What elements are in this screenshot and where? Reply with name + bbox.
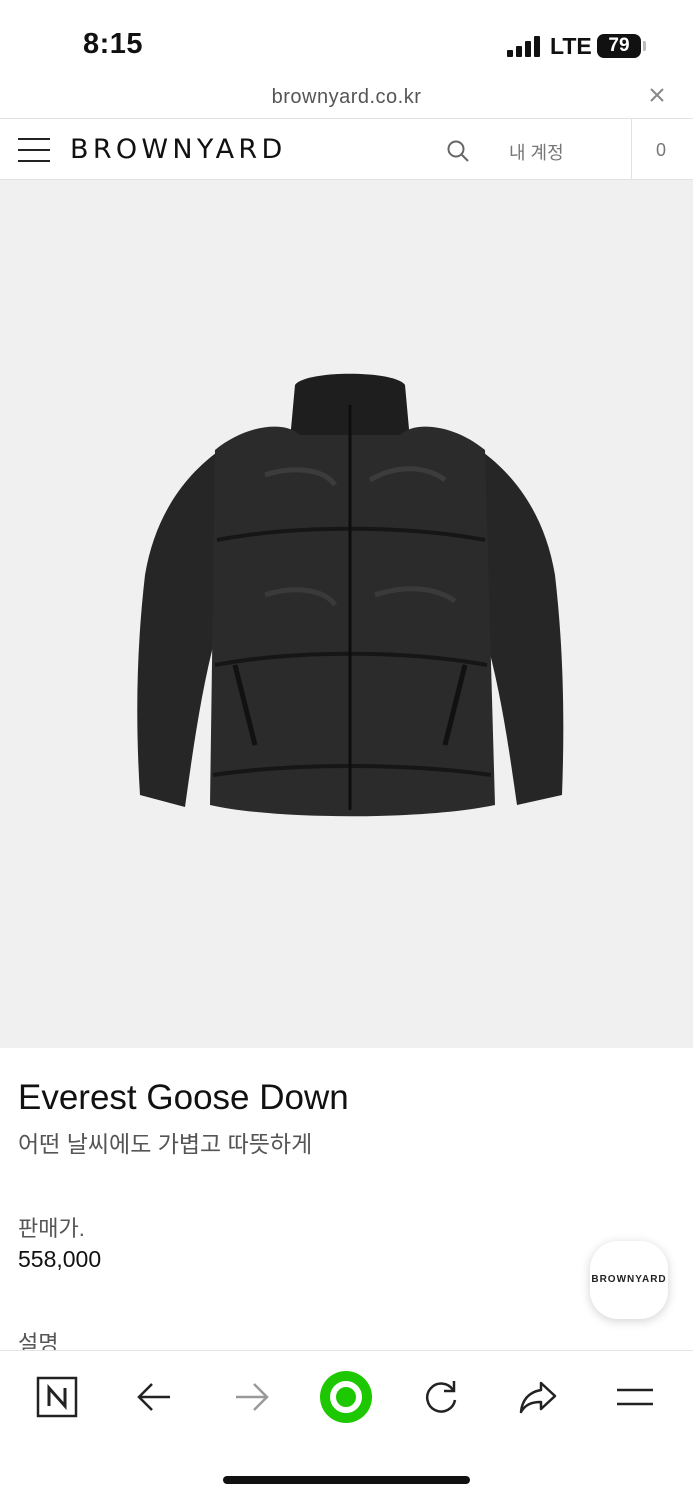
signal-icon: [507, 35, 543, 57]
battery-cap: [643, 41, 646, 51]
product-subtitle: 어떤 날씨에도 가볍고 따뜻하게: [18, 1131, 313, 1157]
battery-icon: 79: [597, 34, 641, 58]
naver-n-icon[interactable]: [36, 1376, 78, 1418]
green-circle-icon[interactable]: [318, 1369, 374, 1425]
menu-icon[interactable]: [18, 138, 50, 162]
description-label: 설명: [18, 1331, 59, 1350]
refresh-icon[interactable]: [420, 1376, 462, 1418]
product-price: 558,000: [18, 1246, 102, 1272]
site-header: BROWNYARD 내 계정 0: [0, 118, 693, 180]
site-logo[interactable]: BROWNYARD: [70, 134, 287, 165]
cart-count[interactable]: 0: [656, 140, 666, 161]
status-time: 8:15: [83, 28, 144, 60]
forward-arrow-icon[interactable]: [230, 1376, 272, 1418]
account-link[interactable]: 내 계정: [509, 139, 564, 165]
price-label: 판매가.: [18, 1216, 85, 1241]
share-icon[interactable]: [517, 1376, 559, 1418]
hamburger-menu-icon[interactable]: [614, 1376, 656, 1418]
divider: [631, 119, 632, 180]
search-icon[interactable]: [446, 139, 470, 163]
home-indicator: [223, 1476, 470, 1484]
product-title: Everest Goose Down: [18, 1078, 349, 1117]
url-text[interactable]: brownyard.co.kr: [0, 86, 693, 109]
network-label: LTE: [550, 33, 592, 59]
brand-floating-button[interactable]: BROWNYARD: [590, 1241, 668, 1319]
status-bar: 8:15 LTE 79: [0, 0, 693, 80]
close-icon[interactable]: [646, 84, 668, 106]
jacket-image: [137, 373, 564, 817]
product-image[interactable]: [0, 180, 693, 1048]
back-arrow-icon[interactable]: [134, 1376, 176, 1418]
browser-url-bar[interactable]: brownyard.co.kr: [0, 80, 693, 118]
